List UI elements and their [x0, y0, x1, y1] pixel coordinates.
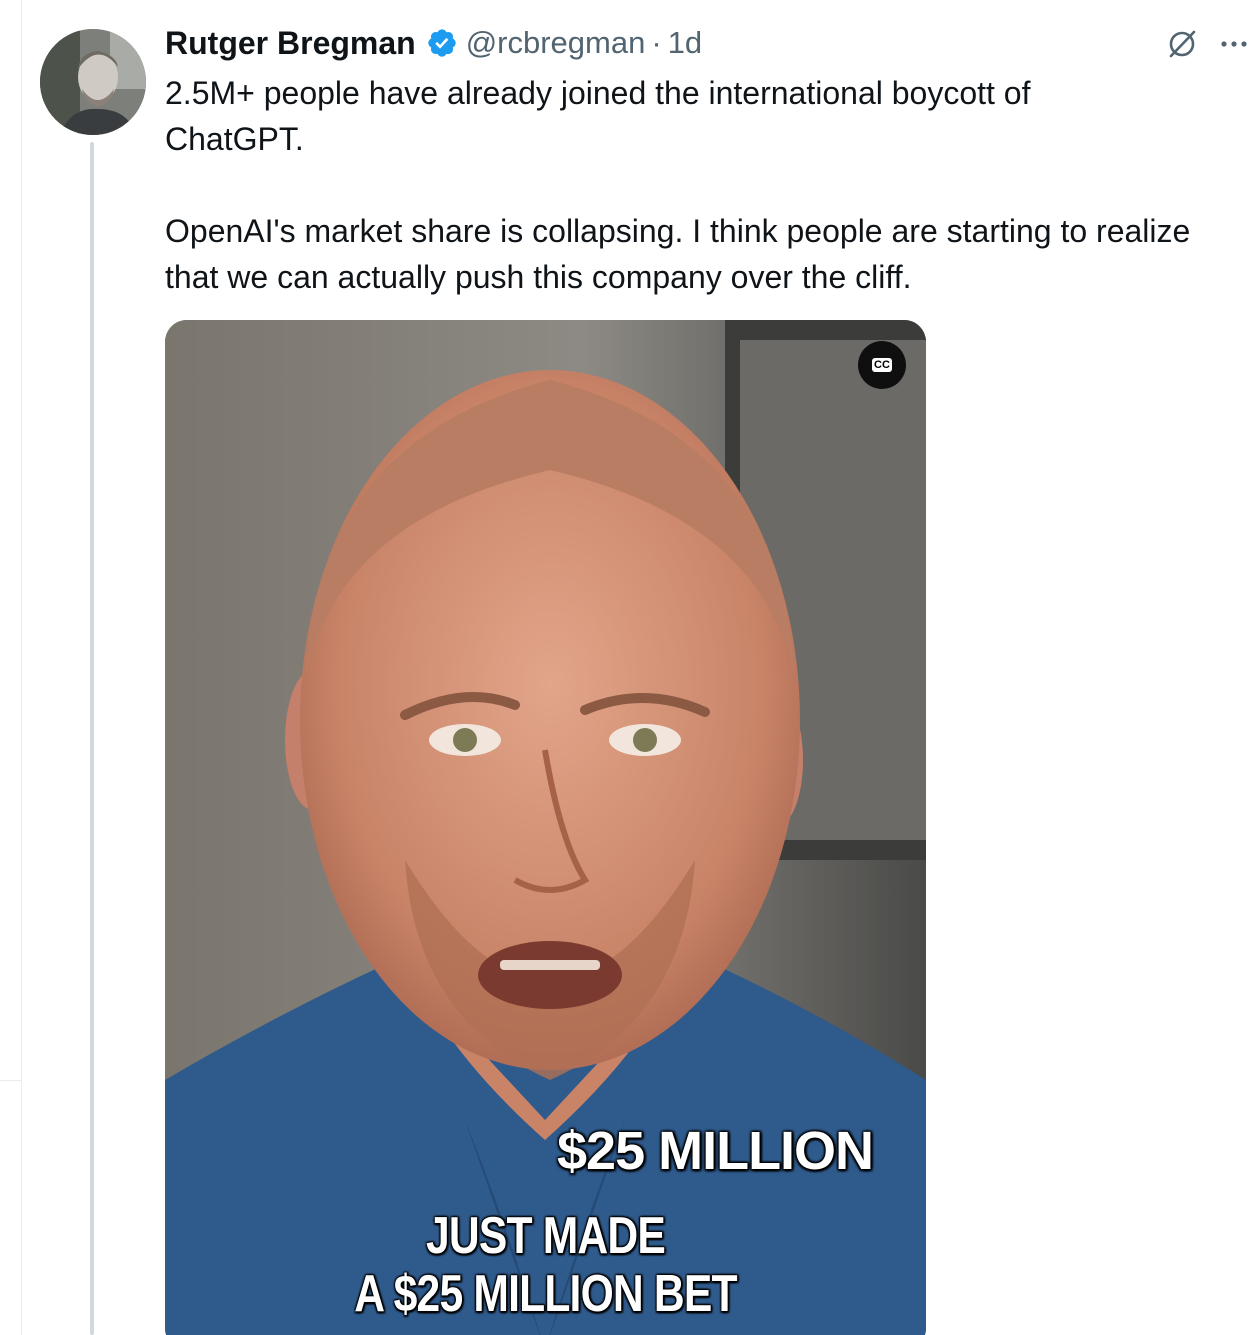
sidebar-divider — [0, 1080, 21, 1081]
tweet-text: 2.5M+ people have already joined the int… — [165, 70, 1250, 300]
author-handle[interactable]: @rcbregman — [466, 25, 646, 61]
cc-label: CC — [872, 358, 892, 372]
video-frame — [165, 320, 926, 1335]
tweet-text-line: OpenAI's market share is collapsing. I t… — [165, 213, 1191, 249]
video-player[interactable]: CC $25 MILLION JUST MADE A $25 MILLION B… — [165, 320, 926, 1335]
timestamp[interactable]: 1d — [668, 25, 702, 61]
video-caption-line: A $25 MILLION BET — [354, 1265, 737, 1323]
video-caption-amount: $25 MILLION — [557, 1121, 874, 1181]
grok-icon[interactable] — [1166, 28, 1198, 60]
more-options-icon[interactable] — [1218, 31, 1250, 57]
verified-badge-icon[interactable] — [426, 27, 458, 59]
video-caption-line: JUST MADE — [425, 1207, 666, 1265]
tweet-text-line: ChatGPT. — [165, 121, 304, 157]
timeline-left-border — [21, 0, 22, 1335]
tweet-text-line: 2.5M+ people have already joined the int… — [165, 75, 1031, 111]
author-name[interactable]: Rutger Bregman — [165, 25, 416, 62]
separator-dot: · — [651, 25, 662, 60]
closed-captions-icon[interactable]: CC — [858, 341, 906, 389]
tweet-text-line: that we can actually push this company o… — [165, 259, 912, 295]
avatar-photo — [40, 29, 146, 135]
tweet-header: Rutger Bregman @rcbregman · 1d — [165, 22, 702, 64]
avatar[interactable] — [40, 29, 146, 135]
thread-connector-line — [90, 142, 94, 1335]
